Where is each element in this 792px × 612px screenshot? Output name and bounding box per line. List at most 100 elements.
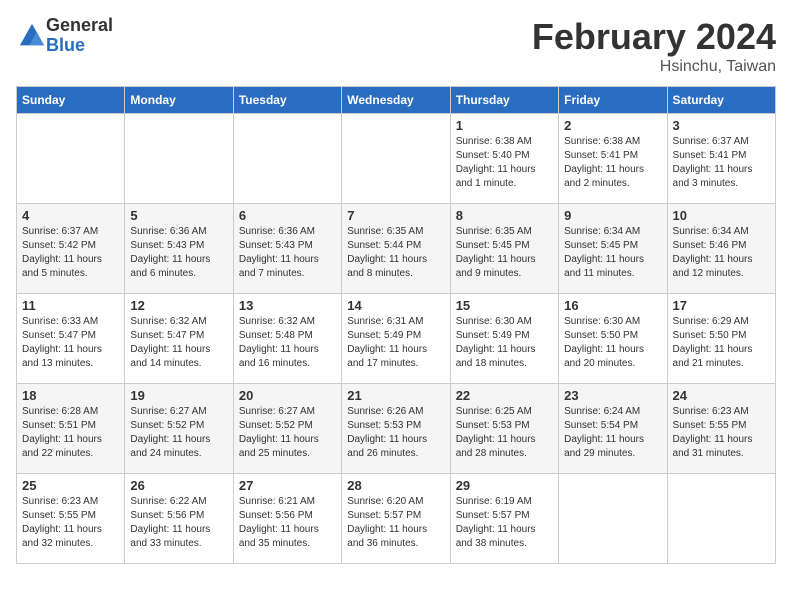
day-info: Sunrise: 6:29 AM Sunset: 5:50 PM Dayligh… — [673, 315, 770, 371]
page-header: General Blue February 2024 Hsinchu, Taiw… — [16, 16, 776, 76]
day-cell: 28Sunrise: 6:20 AM Sunset: 5:57 PM Dayli… — [342, 474, 450, 564]
day-number: 16 — [564, 298, 661, 313]
logo-icon — [18, 22, 46, 50]
day-info: Sunrise: 6:31 AM Sunset: 5:49 PM Dayligh… — [347, 315, 444, 371]
day-cell: 2Sunrise: 6:38 AM Sunset: 5:41 PM Daylig… — [559, 114, 667, 204]
day-cell: 4 Sunrise: 6:37 AM Sunset: 5:42 PM Daylig… — [17, 204, 125, 294]
header-cell-monday: Monday — [125, 87, 233, 114]
day-cell: 12 Sunrise: 6:32 AM Sunset: 5:47 PM Dayli… — [125, 294, 233, 384]
day-info: Sunrise: 6:34 AM Sunset: 5:46 PM Dayligh… — [673, 225, 770, 281]
day-number: 2 — [564, 118, 661, 133]
day-number: 4 — [22, 208, 119, 223]
logo-general: General — [46, 16, 113, 36]
day-cell — [125, 114, 233, 204]
day-cell: 26 Sunrise: 6:22 AM Sunset: 5:56 PM Dayli… — [125, 474, 233, 564]
day-info: Sunrise: 6:30 AM Sunset: 5:50 PM Dayligh… — [564, 315, 661, 371]
day-info: Sunrise: 6:28 AM Sunset: 5:51 PM Dayligh… — [22, 405, 119, 461]
day-cell: 9 Sunrise: 6:34 AM Sunset: 5:45 PM Daylig… — [559, 204, 667, 294]
day-cell — [342, 114, 450, 204]
day-info: Sunrise: 6:23 AM Sunset: 5:55 PM Dayligh… — [673, 405, 770, 461]
day-cell: 29 Sunrise: 6:19 AM Sunset: 5:57 PM Dayli… — [450, 474, 558, 564]
day-cell: 18 Sunrise: 6:28 AM Sunset: 5:51 PM Dayli… — [17, 384, 125, 474]
calendar-header: SundayMondayTuesdayWednesdayThursdayFrid… — [17, 87, 776, 114]
day-number: 12 — [130, 298, 227, 313]
week-row-2: 4 Sunrise: 6:37 AM Sunset: 5:42 PM Daylig… — [17, 204, 776, 294]
day-number: 22 — [456, 388, 553, 403]
day-info: Sunrise: 6:38 AM Sunset: 5:40 PM Dayligh… — [456, 135, 553, 191]
week-row-5: 25 Sunrise: 6:23 AM Sunset: 5:55 PM Dayli… — [17, 474, 776, 564]
header-cell-thursday: Thursday — [450, 87, 558, 114]
day-cell: 3 Sunrise: 6:37 AM Sunset: 5:41 PM Daylig… — [667, 114, 775, 204]
header-cell-sunday: Sunday — [17, 87, 125, 114]
day-cell: 25 Sunrise: 6:23 AM Sunset: 5:55 PM Dayli… — [17, 474, 125, 564]
logo-text: General Blue — [46, 16, 113, 56]
day-number: 6 — [239, 208, 336, 223]
day-number: 25 — [22, 478, 119, 493]
day-info: Sunrise: 6:26 AM Sunset: 5:53 PM Dayligh… — [347, 405, 444, 461]
day-info: Sunrise: 6:24 AM Sunset: 5:54 PM Dayligh… — [564, 405, 661, 461]
day-cell: 16 Sunrise: 6:30 AM Sunset: 5:50 PM Dayli… — [559, 294, 667, 384]
day-info: Sunrise: 6:32 AM Sunset: 5:47 PM Dayligh… — [130, 315, 227, 371]
day-number: 27 — [239, 478, 336, 493]
day-number: 5 — [130, 208, 227, 223]
day-cell: 27 Sunrise: 6:21 AM Sunset: 5:56 PM Dayli… — [233, 474, 341, 564]
day-cell: 13Sunrise: 6:32 AM Sunset: 5:48 PM Dayli… — [233, 294, 341, 384]
day-info: Sunrise: 6:35 AM Sunset: 5:44 PM Dayligh… — [347, 225, 444, 281]
day-cell: 24 Sunrise: 6:23 AM Sunset: 5:55 PM Dayli… — [667, 384, 775, 474]
day-cell: 6Sunrise: 6:36 AM Sunset: 5:43 PM Daylig… — [233, 204, 341, 294]
day-number: 9 — [564, 208, 661, 223]
day-info: Sunrise: 6:36 AM Sunset: 5:43 PM Dayligh… — [130, 225, 227, 281]
day-cell: 22 Sunrise: 6:25 AM Sunset: 5:53 PM Dayli… — [450, 384, 558, 474]
day-info: Sunrise: 6:34 AM Sunset: 5:45 PM Dayligh… — [564, 225, 661, 281]
month-title: February 2024 — [532, 16, 776, 58]
day-info: Sunrise: 6:20 AM Sunset: 5:57 PM Dayligh… — [347, 495, 444, 551]
day-number: 14 — [347, 298, 444, 313]
day-number: 3 — [673, 118, 770, 133]
calendar-body: 1Sunrise: 6:38 AM Sunset: 5:40 PM Daylig… — [17, 114, 776, 564]
day-info: Sunrise: 6:37 AM Sunset: 5:42 PM Dayligh… — [22, 225, 119, 281]
day-number: 18 — [22, 388, 119, 403]
day-cell: 8Sunrise: 6:35 AM Sunset: 5:45 PM Daylig… — [450, 204, 558, 294]
week-row-4: 18 Sunrise: 6:28 AM Sunset: 5:51 PM Dayli… — [17, 384, 776, 474]
day-number: 21 — [347, 388, 444, 403]
day-cell — [667, 474, 775, 564]
header-cell-friday: Friday — [559, 87, 667, 114]
day-cell: 21 Sunrise: 6:26 AM Sunset: 5:53 PM Dayli… — [342, 384, 450, 474]
day-cell: 19Sunrise: 6:27 AM Sunset: 5:52 PM Dayli… — [125, 384, 233, 474]
day-cell: 14 Sunrise: 6:31 AM Sunset: 5:49 PM Dayli… — [342, 294, 450, 384]
title-area: February 2024 Hsinchu, Taiwan — [532, 16, 776, 76]
day-number: 11 — [22, 298, 119, 313]
header-cell-tuesday: Tuesday — [233, 87, 341, 114]
day-cell — [17, 114, 125, 204]
day-cell: 17 Sunrise: 6:29 AM Sunset: 5:50 PM Dayli… — [667, 294, 775, 384]
day-info: Sunrise: 6:30 AM Sunset: 5:49 PM Dayligh… — [456, 315, 553, 371]
day-number: 13 — [239, 298, 336, 313]
day-info: Sunrise: 6:27 AM Sunset: 5:52 PM Dayligh… — [239, 405, 336, 461]
week-row-1: 1Sunrise: 6:38 AM Sunset: 5:40 PM Daylig… — [17, 114, 776, 204]
day-number: 7 — [347, 208, 444, 223]
day-info: Sunrise: 6:27 AM Sunset: 5:52 PM Dayligh… — [130, 405, 227, 461]
day-cell: 15Sunrise: 6:30 AM Sunset: 5:49 PM Dayli… — [450, 294, 558, 384]
day-number: 10 — [673, 208, 770, 223]
day-number: 17 — [673, 298, 770, 313]
day-cell: 7 Sunrise: 6:35 AM Sunset: 5:44 PM Daylig… — [342, 204, 450, 294]
day-number: 24 — [673, 388, 770, 403]
day-number: 23 — [564, 388, 661, 403]
logo-blue: Blue — [46, 36, 113, 56]
day-cell: 20 Sunrise: 6:27 AM Sunset: 5:52 PM Dayli… — [233, 384, 341, 474]
day-number: 26 — [130, 478, 227, 493]
day-info: Sunrise: 6:37 AM Sunset: 5:41 PM Dayligh… — [673, 135, 770, 191]
day-number: 29 — [456, 478, 553, 493]
day-cell — [559, 474, 667, 564]
week-row-3: 11 Sunrise: 6:33 AM Sunset: 5:47 PM Dayli… — [17, 294, 776, 384]
day-info: Sunrise: 6:23 AM Sunset: 5:55 PM Dayligh… — [22, 495, 119, 551]
day-cell: 11 Sunrise: 6:33 AM Sunset: 5:47 PM Dayli… — [17, 294, 125, 384]
day-cell — [233, 114, 341, 204]
day-info: Sunrise: 6:33 AM Sunset: 5:47 PM Dayligh… — [22, 315, 119, 371]
day-number: 20 — [239, 388, 336, 403]
location: Hsinchu, Taiwan — [532, 58, 776, 76]
day-info: Sunrise: 6:19 AM Sunset: 5:57 PM Dayligh… — [456, 495, 553, 551]
day-info: Sunrise: 6:22 AM Sunset: 5:56 PM Dayligh… — [130, 495, 227, 551]
day-info: Sunrise: 6:25 AM Sunset: 5:53 PM Dayligh… — [456, 405, 553, 461]
day-info: Sunrise: 6:21 AM Sunset: 5:56 PM Dayligh… — [239, 495, 336, 551]
